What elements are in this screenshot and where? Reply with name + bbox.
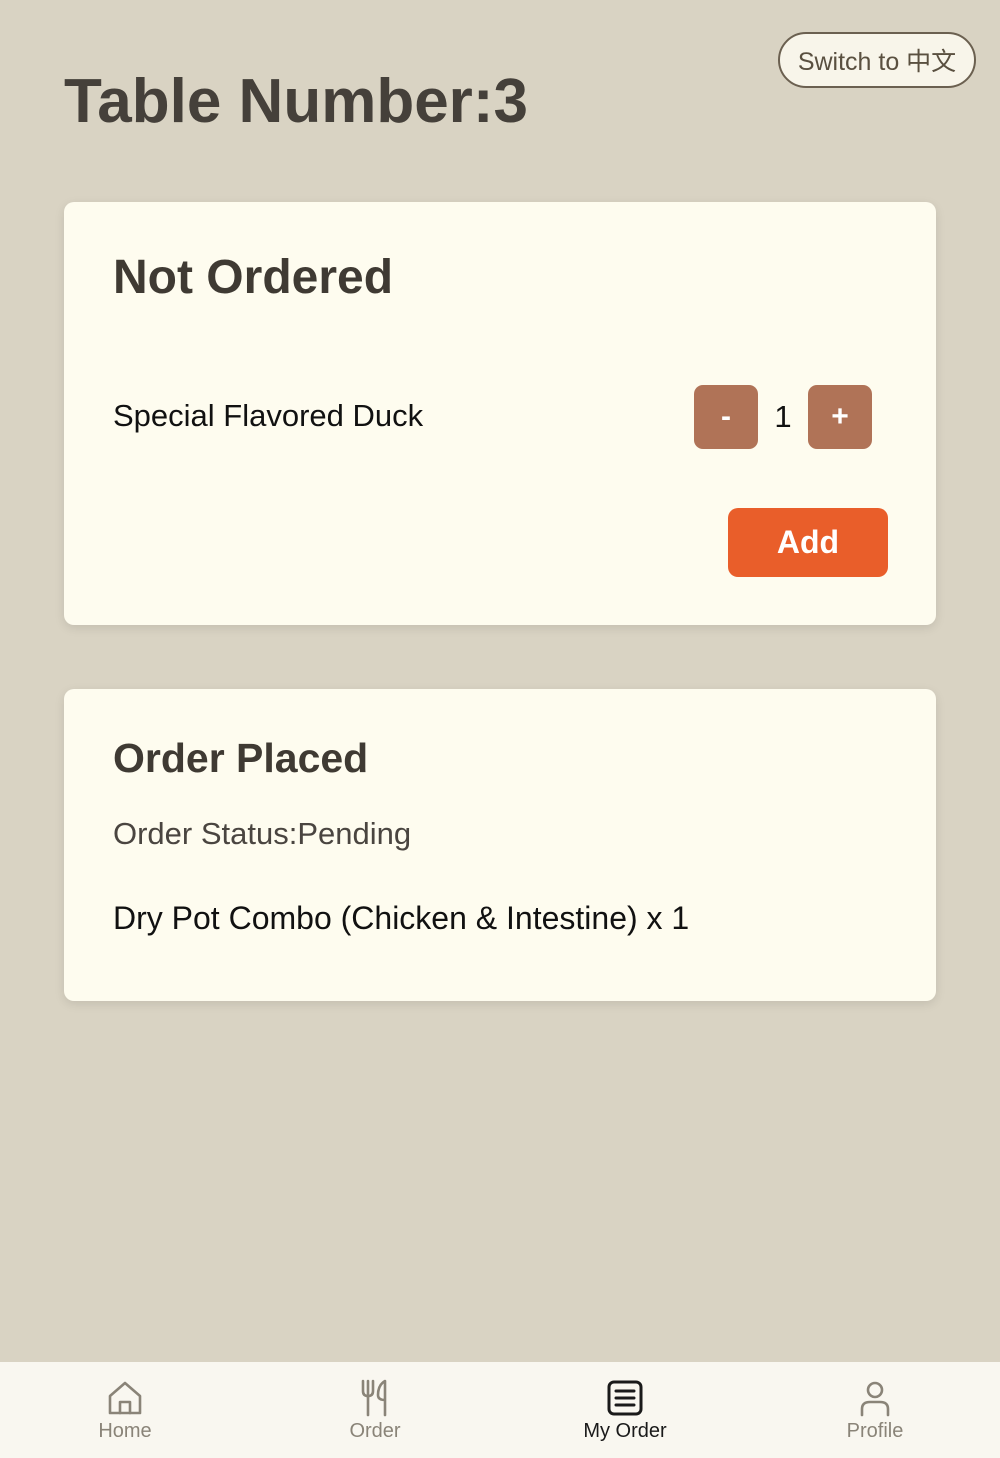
add-button[interactable]: Add: [728, 508, 888, 577]
nav-label-order: Order: [349, 1420, 401, 1442]
not-ordered-card: Not Ordered Special Flavored Duck - 1 + …: [64, 202, 936, 625]
increase-quantity-button[interactable]: +: [808, 385, 872, 449]
order-item: Dry Pot Combo (Chicken & Intestine) x 1: [113, 900, 690, 936]
order-placed-card: Order Placed Order Status:Pending Dry Po…: [64, 689, 936, 1001]
language-switch-button[interactable]: Switch to 中文: [778, 32, 976, 88]
nav-item-my-order[interactable]: My Order: [500, 1362, 750, 1458]
nav-label-home: Home: [98, 1420, 152, 1442]
nav-item-profile[interactable]: Profile: [750, 1362, 1000, 1458]
page-title: Table Number:3: [64, 67, 528, 136]
order-status: Order Status:Pending: [113, 816, 412, 851]
list-icon: [607, 1380, 643, 1416]
bottom-nav: Home Order My Order Profile: [0, 1362, 1000, 1458]
cart-item-name: Special Flavored Duck: [113, 398, 424, 433]
nav-label-profile: Profile: [846, 1420, 904, 1442]
not-ordered-title: Not Ordered: [113, 251, 394, 304]
person-icon: [860, 1381, 890, 1417]
nav-item-order[interactable]: Order: [250, 1362, 500, 1458]
nav-label-my-order: My Order: [583, 1420, 667, 1442]
quantity-value: 1: [774, 399, 792, 434]
decrease-quantity-button[interactable]: -: [694, 385, 758, 449]
utensils-icon: [361, 1379, 387, 1417]
nav-item-home[interactable]: Home: [0, 1362, 250, 1458]
home-icon: [108, 1381, 142, 1415]
order-placed-title: Order Placed: [113, 735, 369, 781]
